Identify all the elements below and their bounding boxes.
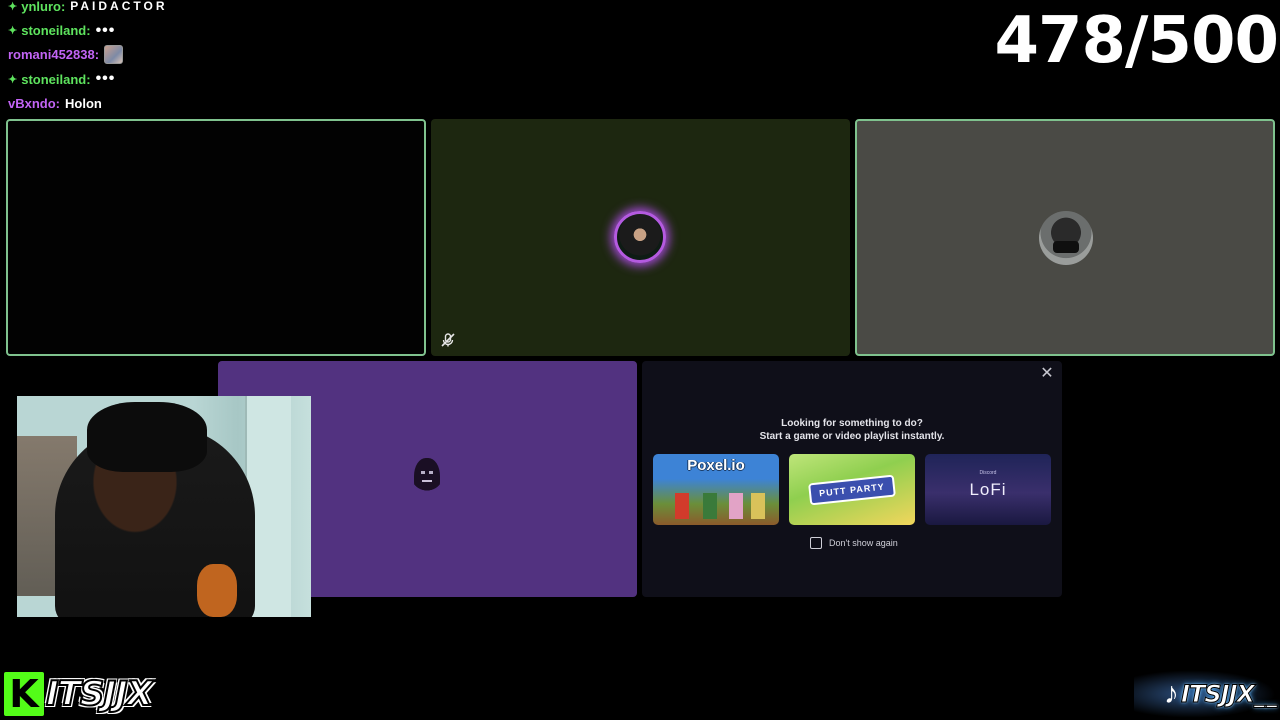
- chat-username: vBxndo:: [8, 96, 60, 112]
- activity-heading-line2: Start a game or video playlist instantly…: [759, 431, 945, 442]
- activity-heading-line1: Looking for something to do?: [781, 418, 923, 429]
- chat-message: Holon: [65, 96, 102, 112]
- card-title: LoFi: [969, 479, 1007, 499]
- activity-card-putt-party[interactable]: PUTT PARTY: [789, 454, 915, 525]
- card-title: PUTT PARTY: [808, 474, 896, 505]
- kick-branding: K ITSJJX: [4, 671, 154, 717]
- chat-line: ✦ stoneiland: •••: [8, 67, 428, 91]
- speaking-avatar: [614, 211, 666, 263]
- chat-line: romani452838:: [8, 43, 428, 67]
- chat-username: stoneiland:: [21, 23, 91, 39]
- verified-icon: ✦: [8, 73, 18, 86]
- user-avatar: [1039, 211, 1093, 265]
- participant-tile-2[interactable]: [431, 119, 850, 356]
- card-subtitle: Discord: [979, 470, 997, 476]
- chat-username: romani452838:: [8, 47, 100, 63]
- image-emote-icon: [104, 45, 124, 65]
- chat-message: •••: [95, 70, 116, 88]
- dont-show-again-checkbox[interactable]: [810, 537, 822, 549]
- chat-line: ✦ stoneiland: •••: [8, 18, 428, 42]
- chat-line: vBxndo: Holon: [8, 92, 428, 116]
- tiktok-branding: ♪ ITSJJX__: [1134, 670, 1278, 718]
- chat-message: •••: [95, 21, 116, 39]
- verified-icon: ✦: [8, 25, 18, 38]
- participant-tile-3[interactable]: [855, 119, 1275, 356]
- verified-icon: ✦: [8, 0, 18, 13]
- chat-username: stoneiland:: [21, 71, 91, 87]
- dont-show-again-option[interactable]: Don't show again: [810, 537, 898, 549]
- tiktok-channel-name: ITSJJX__: [1181, 680, 1278, 709]
- goal-counter: 478/500: [994, 4, 1279, 78]
- activity-card-poxel[interactable]: Poxel.io: [653, 454, 779, 525]
- kick-logo-icon: K: [4, 672, 44, 716]
- activity-cards: Poxel.io PUTT PARTY Discord LoFi: [653, 454, 1051, 525]
- user-avatar: [414, 458, 440, 498]
- activity-heading: Looking for something to do? Start a gam…: [642, 417, 1062, 443]
- participant-tile-1[interactable]: [6, 119, 426, 356]
- dont-show-again-label: Don't show again: [829, 538, 898, 548]
- muted-mic-icon: [441, 333, 455, 347]
- close-icon[interactable]: ✕: [1039, 366, 1055, 382]
- chat-username: ynluro:: [21, 0, 66, 14]
- tiktok-note-icon: ♪: [1164, 677, 1180, 710]
- streamer-webcam: [17, 396, 311, 617]
- chat-message: PAIDACTOR: [70, 0, 168, 14]
- card-title: Poxel.io: [687, 457, 745, 474]
- chat-overlay: ✦ ynluro: PAIDACTOR ✦ stoneiland: ••• ro…: [8, 0, 428, 116]
- activity-card-lofi[interactable]: Discord LoFi: [925, 454, 1051, 525]
- chat-line: ✦ ynluro: PAIDACTOR: [8, 0, 428, 18]
- activity-suggestion-panel: ✕ Looking for something to do? Start a g…: [642, 361, 1062, 597]
- kick-channel-name: ITSJJX: [45, 673, 154, 715]
